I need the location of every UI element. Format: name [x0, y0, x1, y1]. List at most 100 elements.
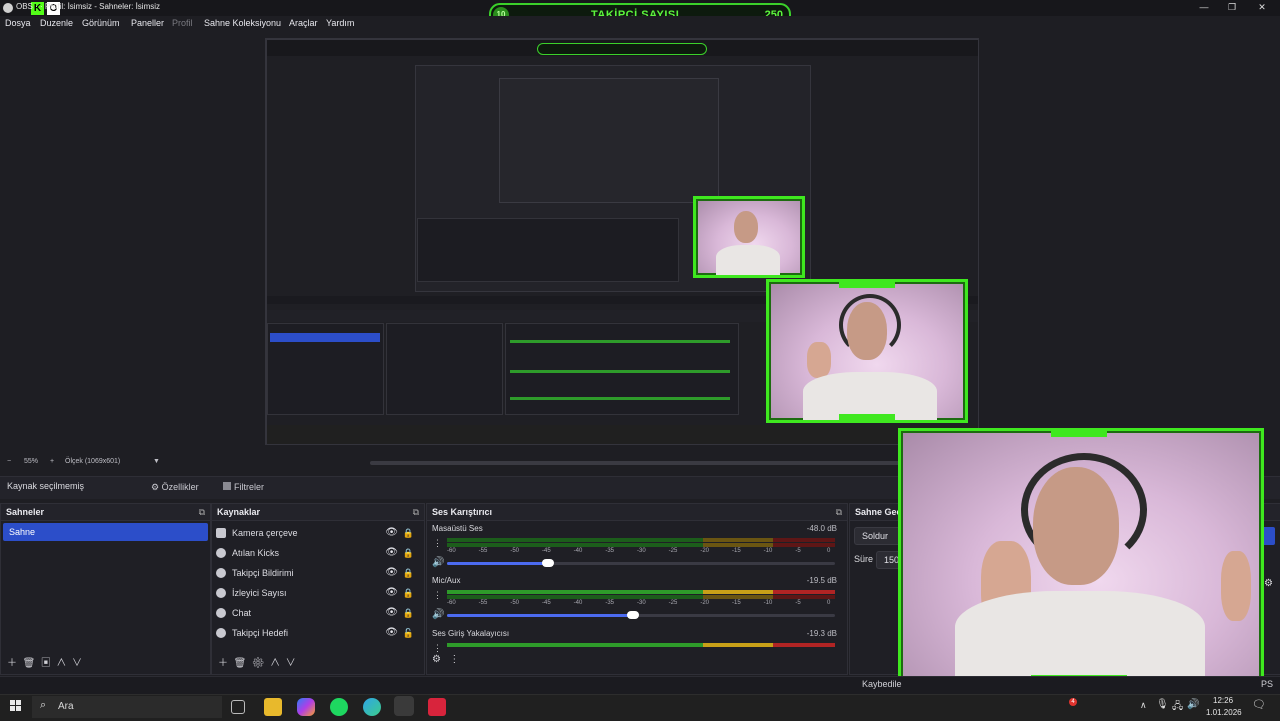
visibility-eye-icon[interactable]: 👁: [385, 583, 398, 603]
sources-toolbar: ＋ 🗑 ⚙ ∧ ∨: [218, 654, 296, 669]
dock-popout-icon[interactable]: ⧉: [413, 504, 419, 520]
visibility-eye-icon[interactable]: 👁: [385, 563, 398, 583]
scene-filters-icon[interactable]: ▣: [41, 658, 51, 669]
meter-tick-label: 0: [827, 600, 831, 606]
maximize-button[interactable]: ❐: [1218, 0, 1246, 16]
clock-time[interactable]: 12:26: [1213, 696, 1233, 705]
dock-popout-icon[interactable]: ⧉: [199, 504, 205, 520]
app-taskbar-icon[interactable]: [428, 698, 446, 716]
spotify-icon[interactable]: [330, 698, 348, 716]
add-source-button[interactable]: ＋: [218, 658, 228, 669]
lock-icon[interactable]: 🔒: [403, 603, 414, 623]
scale-dropdown-icon[interactable]: ▼: [153, 458, 160, 465]
frame-tab: [1051, 431, 1107, 437]
visibility-eye-icon[interactable]: 👁: [385, 623, 398, 643]
source-properties-gear-icon[interactable]: ⚙: [252, 658, 265, 669]
zoom-in-button[interactable]: +: [50, 458, 54, 465]
meter-tick-label: -20: [700, 548, 709, 554]
menu-duzenle[interactable]: Duzenle: [40, 18, 73, 28]
channel-db: -48.0 dB: [806, 524, 837, 533]
meter-tick-label: -10: [763, 600, 773, 606]
channel-menu-icon[interactable]: ⋮: [433, 643, 442, 654]
taskbar-search-box[interactable]: ⌕ Ara: [32, 696, 222, 718]
source-item[interactable]: İzleyici Sayısı 👁 🔒: [212, 583, 424, 603]
meter-tick-label: -20: [700, 600, 709, 606]
menu-dosya[interactable]: Dosya: [5, 18, 31, 28]
webcam-overlay-mid: [766, 279, 968, 423]
minimize-button[interactable]: —: [1190, 0, 1218, 16]
scenes-title: Sahneler: [6, 507, 45, 517]
network-icon[interactable]: 🖧: [1172, 699, 1183, 716]
mixer-menu-icon[interactable]: ⋮: [449, 654, 459, 665]
source-name: Chat: [232, 608, 252, 618]
meter-tick-label: -60: [447, 600, 456, 606]
filters-button[interactable]: Filtreler: [217, 479, 270, 495]
speaker-icon[interactable]: 🔊: [432, 557, 444, 568]
source-name: Takipçi Bildirimi: [232, 568, 294, 578]
meter-tick-label: -55: [478, 600, 488, 606]
obs-taskbar-icon[interactable]: [394, 696, 414, 716]
windows-start-icon[interactable]: [10, 700, 22, 712]
lock-icon[interactable]: 🔓: [403, 623, 414, 643]
chevron-up-icon[interactable]: ∧: [1140, 700, 1147, 711]
move-up-icon[interactable]: ∧: [56, 658, 66, 669]
source-item[interactable]: Atılan Kicks 👁 🔒: [212, 543, 424, 563]
volume-slider[interactable]: [447, 559, 835, 567]
preview-horizontal-scrollbar[interactable]: [370, 461, 900, 465]
notification-center-icon[interactable]: 🗨: [1252, 698, 1266, 711]
volume-fill: [447, 562, 548, 565]
volume-knob[interactable]: [541, 559, 554, 567]
lock-icon[interactable]: 🔒: [403, 543, 414, 563]
edge-icon[interactable]: [363, 698, 381, 716]
move-up-icon[interactable]: ∧: [270, 658, 280, 669]
menu-gorunum[interactable]: Görünüm: [82, 18, 120, 28]
close-button[interactable]: ✕: [1248, 0, 1276, 16]
task-view-icon[interactable]: [231, 700, 245, 714]
volume-knob[interactable]: [627, 611, 640, 619]
meter-tick-label: -30: [637, 600, 646, 606]
remove-source-button[interactable]: 🗑: [234, 658, 247, 669]
transition-gear-icon[interactable]: ⚙: [1264, 578, 1273, 589]
add-scene-button[interactable]: ＋: [7, 658, 17, 669]
source-item[interactable]: Takipçi Bildirimi 👁 🔒: [212, 563, 424, 583]
channel-menu-icon[interactable]: ⋮: [433, 538, 442, 549]
channel-menu-icon[interactable]: ⋮: [433, 590, 442, 601]
scene-item-sahne[interactable]: Sahne: [3, 523, 208, 541]
dropped-frames-label: Kaybedile: [862, 679, 902, 689]
meter-tick-label: -35: [605, 548, 614, 554]
copilot-icon[interactable]: [297, 698, 315, 716]
advanced-audio-gear-icon[interactable]: ⚙: [432, 654, 441, 665]
fps-label: PS: [1261, 679, 1274, 689]
move-down-icon[interactable]: ∨: [72, 658, 82, 669]
sources-dock-title: Kaynaklar ⧉: [212, 504, 424, 521]
lock-icon[interactable]: 🔒: [403, 583, 414, 603]
microphone-icon[interactable]: 🎙: [1156, 699, 1169, 710]
audio-mixer-title: Ses Karıştırıcı ⧉: [427, 504, 847, 521]
source-item[interactable]: Takipçi Hedefi 👁 🔓: [212, 623, 424, 643]
move-down-icon[interactable]: ∨: [286, 658, 296, 669]
menu-paneller[interactable]: Paneller: [131, 18, 164, 28]
volume-slider[interactable]: [447, 611, 835, 619]
lock-icon[interactable]: 🔒: [403, 523, 414, 543]
clock-date[interactable]: 1.01.2026: [1206, 708, 1242, 717]
volume-icon[interactable]: 🔊: [1187, 699, 1199, 710]
zoom-out-button[interactable]: −: [7, 458, 11, 465]
menu-sahne-koleksiyonu[interactable]: Sahne Koleksiyonu: [204, 18, 281, 28]
source-item[interactable]: Chat 👁 🔒: [212, 603, 424, 623]
visibility-eye-icon[interactable]: 👁: [385, 603, 398, 623]
meter-tick-label: -25: [668, 600, 678, 606]
source-name: Kamera çerçeve: [232, 528, 298, 538]
visibility-eye-icon[interactable]: 👁: [385, 543, 398, 563]
source-item[interactable]: Kamera çerçeve 👁 🔒: [212, 523, 424, 543]
file-explorer-icon[interactable]: [264, 698, 282, 716]
speaker-icon[interactable]: 🔊: [432, 609, 444, 620]
menu-yardim[interactable]: Yardım: [326, 18, 354, 28]
lock-icon[interactable]: 🔒: [403, 563, 414, 583]
visibility-eye-icon[interactable]: 👁: [385, 523, 398, 543]
dock-popout-icon[interactable]: ⧉: [836, 504, 842, 520]
remove-scene-button[interactable]: 🗑: [23, 658, 36, 669]
menu-profil[interactable]: Profil: [172, 18, 193, 28]
menu-araclar[interactable]: Araçlar: [289, 18, 318, 28]
search-placeholder: Ara: [58, 701, 74, 712]
properties-button[interactable]: ⚙ Özellikler: [145, 479, 205, 495]
